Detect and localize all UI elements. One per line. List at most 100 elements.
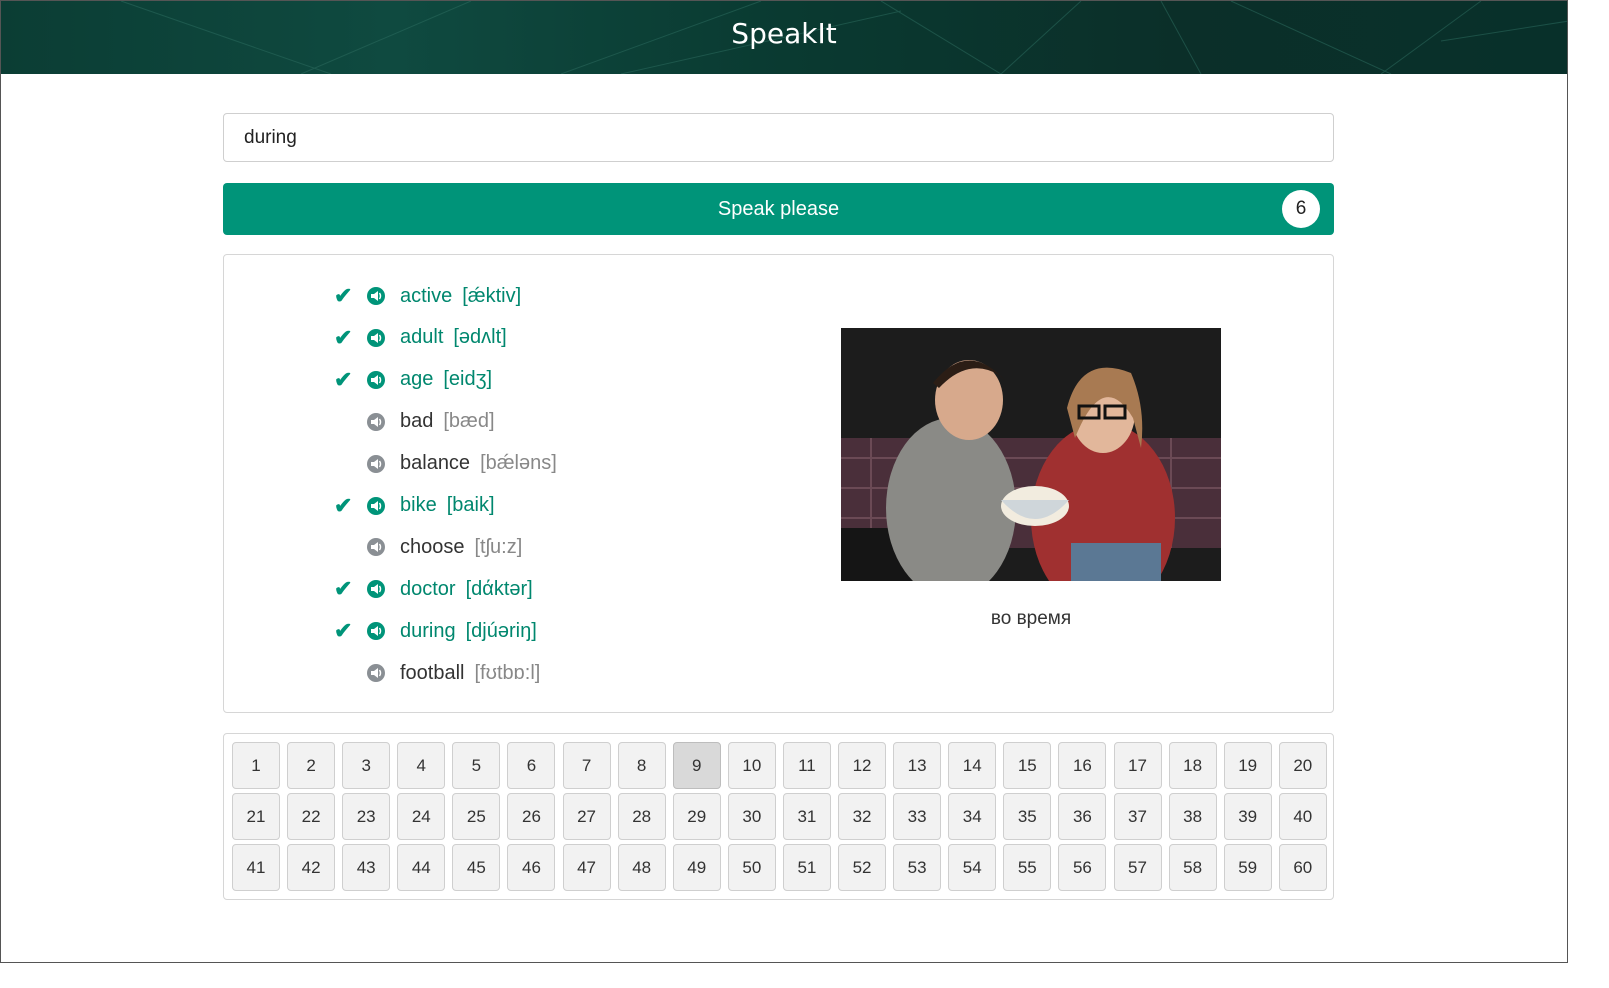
page-button[interactable]: 57	[1113, 844, 1162, 891]
speaker-icon	[366, 328, 400, 348]
page-button[interactable]: 45	[452, 844, 501, 891]
page-button[interactable]: 42	[287, 844, 336, 891]
page-button[interactable]: 34	[948, 793, 997, 840]
word-transcription: [fʊtbɒ:l]	[474, 661, 541, 684]
page-button[interactable]: 22	[287, 793, 336, 840]
speak-button[interactable]: Speak please 6	[223, 183, 1334, 235]
page-button[interactable]: 18	[1168, 742, 1217, 789]
page-button[interactable]: 30	[727, 793, 776, 840]
page-button[interactable]: 52	[838, 844, 887, 891]
page-button[interactable]: 17	[1113, 742, 1162, 789]
page-button[interactable]: 46	[507, 844, 556, 891]
page-button[interactable]: 41	[232, 844, 280, 891]
word-transcription: [bǽləns]	[480, 452, 557, 475]
app-frame: SpeakIt during Speak please 6 ✔ active [ǽk…	[0, 0, 1568, 963]
page-button[interactable]: 13	[893, 742, 942, 789]
page-button[interactable]: 53	[893, 844, 942, 891]
page-button[interactable]: 35	[1003, 793, 1052, 840]
page-button[interactable]: 44	[397, 844, 446, 891]
page-button[interactable]: 43	[342, 844, 391, 891]
page-button[interactable]: 54	[948, 844, 997, 891]
page-button[interactable]: 32	[838, 793, 887, 840]
page-button[interactable]: 7	[562, 742, 611, 789]
page-button[interactable]: 37	[1113, 793, 1162, 840]
page-button[interactable]: 38	[1168, 793, 1217, 840]
page-button[interactable]: 60	[1278, 844, 1327, 891]
score-badge: 6	[1282, 190, 1320, 228]
word-text: choose	[400, 535, 465, 558]
page-button[interactable]: 51	[782, 844, 831, 891]
speaker-icon	[366, 370, 400, 390]
word-item[interactable]: ✔ during [djúəriŋ]	[334, 610, 754, 652]
page-button[interactable]: 8	[617, 742, 666, 789]
page-button[interactable]: 1	[232, 742, 280, 789]
speaker-icon	[366, 621, 400, 641]
page-button[interactable]: 39	[1223, 793, 1272, 840]
page-button[interactable]: 4	[397, 742, 446, 789]
page-button[interactable]: 20	[1278, 742, 1327, 789]
page-button[interactable]: 24	[397, 793, 446, 840]
page-button[interactable]: 28	[617, 793, 666, 840]
word-item[interactable]: ✔ doctor [dάktər]	[334, 568, 754, 610]
page-button[interactable]: 31	[782, 793, 831, 840]
page-button[interactable]: 47	[562, 844, 611, 891]
page-button[interactable]: 29	[672, 793, 721, 840]
word-text: doctor	[400, 577, 456, 600]
page-button[interactable]: 59	[1223, 844, 1272, 891]
word-item[interactable]: bad [bæd]	[334, 401, 754, 443]
page-button[interactable]: 36	[1058, 793, 1107, 840]
speaker-icon	[366, 412, 400, 432]
word-translation: во время	[990, 608, 1072, 629]
page-button[interactable]: 5	[452, 742, 501, 789]
word-item[interactable]: football [fʊtbɒ:l]	[334, 652, 754, 694]
check-icon: ✔	[334, 492, 353, 518]
word-item[interactable]: ✔ active [ǽktiv]	[334, 275, 754, 317]
page-button[interactable]: 16	[1058, 742, 1107, 789]
speaker-icon	[366, 286, 400, 306]
page-button[interactable]: 58	[1168, 844, 1217, 891]
word-item[interactable]: ✔ bike [baik]	[334, 485, 754, 527]
page-button[interactable]: 25	[452, 793, 501, 840]
page-button[interactable]: 21	[232, 793, 280, 840]
page-button[interactable]: 3	[342, 742, 391, 789]
word-item[interactable]: ✔ age [eidʒ]	[334, 359, 754, 401]
page-button[interactable]: 6	[507, 742, 556, 789]
page-button[interactable]: 23	[342, 793, 391, 840]
word-text: balance	[400, 452, 471, 475]
speaker-icon	[366, 579, 400, 599]
page-button[interactable]: 9	[672, 742, 721, 789]
word-item[interactable]: balance [bǽləns]	[334, 443, 754, 485]
page-button[interactable]: 56	[1058, 844, 1107, 891]
current-word-field[interactable]: during	[223, 113, 1334, 162]
page-button[interactable]: 33	[893, 793, 942, 840]
page-button[interactable]: 2	[287, 742, 336, 789]
page-button[interactable]: 14	[948, 742, 997, 789]
word-transcription: [dάktər]	[465, 577, 533, 600]
check-icon: ✔	[334, 576, 353, 602]
page-button[interactable]: 27	[562, 793, 611, 840]
word-item[interactable]: choose [tʃu:z]	[334, 526, 754, 568]
page-button[interactable]: 26	[507, 793, 556, 840]
speak-button-label: Speak please	[717, 197, 840, 220]
word-text: football	[400, 661, 465, 684]
page-button[interactable]: 50	[727, 844, 776, 891]
word-text: age	[400, 368, 434, 391]
speaker-icon	[366, 496, 400, 516]
page-button[interactable]: 12	[838, 742, 887, 789]
page-button[interactable]: 10	[727, 742, 776, 789]
page-button[interactable]: 11	[782, 742, 831, 789]
pagination-grid: 1 2 3 4 5 6 7 8 9 10 11 12 13 14 15 16 17 18 19 20 21 22 23 24 2…	[232, 742, 1327, 891]
page-button[interactable]: 48	[617, 844, 666, 891]
word-transcription: [ǽktiv]	[462, 284, 522, 307]
page-button[interactable]: 40	[1278, 793, 1327, 840]
page-button[interactable]: 49	[672, 844, 721, 891]
current-word-value: during	[244, 126, 297, 148]
speaker-icon	[366, 537, 400, 557]
page-button[interactable]: 15	[1003, 742, 1052, 789]
page-button[interactable]: 19	[1223, 742, 1272, 789]
level-pagination: 1 2 3 4 5 6 7 8 9 10 11 12 13 14 15 16 17 18 19 20 21 22 23 24 2…	[223, 733, 1334, 900]
word-transcription: [bæd]	[443, 410, 495, 433]
word-item[interactable]: ✔ adult [ədʌlt]	[334, 317, 754, 359]
page-button[interactable]: 55	[1003, 844, 1052, 891]
app-header: SpeakIt	[1, 1, 1567, 74]
